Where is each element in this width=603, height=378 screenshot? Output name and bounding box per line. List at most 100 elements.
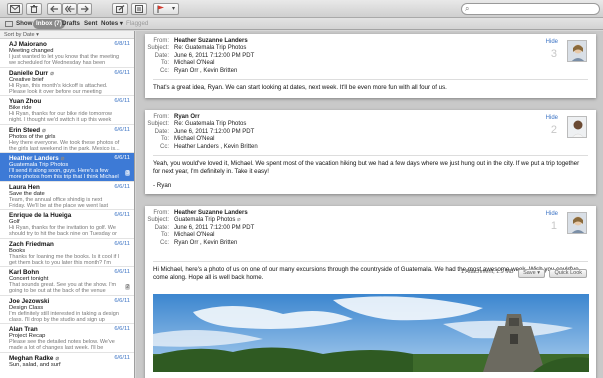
- favorite-drafts[interactable]: Drafts: [62, 19, 80, 29]
- forward-button[interactable]: [77, 3, 92, 15]
- paperclip-icon: ⌀: [42, 127, 46, 134]
- subject-value: Re: Guatemala Trip Photos: [174, 121, 247, 128]
- list-item[interactable]: Karl Bohn 6/6/11 Concert tonight That sound…: [0, 267, 134, 296]
- date-label: Date:: [154, 128, 169, 135]
- list-item[interactable]: Laura Hen 6/6/11 Save the date Team, the an…: [0, 182, 134, 210]
- list-item-preview: I'll send it along soon, guys. Here's a …: [9, 168, 119, 181]
- reply-all-button[interactable]: [62, 3, 77, 15]
- list-item[interactable]: Enrique de la Hueiga 6/6/11 Golf Hi Ryan, t…: [0, 210, 134, 239]
- list-item-preview: I just wanted to let you know that the m…: [9, 54, 120, 67]
- from-label: From:: [153, 114, 169, 120]
- message-card: From: Heather Suzanne Landers Subject: Gua…: [145, 206, 596, 378]
- search-input[interactable]: ⌕: [461, 3, 600, 15]
- cc-value[interactable]: Heather Landers , Kevin Britten: [174, 144, 258, 151]
- list-item[interactable]: AJ Maiorano 6/8/11 Meeting changed I just w…: [0, 39, 134, 68]
- list-item-sender: Karl Bohn: [9, 269, 40, 276]
- to-value[interactable]: Michael O'Neal: [174, 232, 215, 239]
- list-item-sender: Joe Jezowski: [9, 297, 50, 305]
- favorite-notes[interactable]: Notes ▾: [101, 19, 123, 29]
- list-item-preview: Hi Ryan, this month's kickoff is attache…: [9, 82, 108, 95]
- list-item-sender: Danielle Durr ⌀: [9, 69, 54, 77]
- list-item[interactable]: Meghan Radke ⌀ 6/6/11 Sun, salad, and surf: [0, 353, 134, 378]
- hide-button[interactable]: Hide: [546, 115, 558, 121]
- attachment-bar: 1 Attachment, 1.9 MB Save ▾ Quick Look: [461, 269, 587, 278]
- to-label: To:: [160, 60, 169, 67]
- thread-count-badge: 3: [125, 170, 130, 176]
- attached-photo[interactable]: [153, 294, 589, 372]
- cc-value[interactable]: Ryan Orr , Kevin Britten: [174, 68, 237, 75]
- subject-label: Subject:: [147, 217, 169, 224]
- quick-look-button[interactable]: Quick Look: [549, 269, 587, 278]
- cc-label: Cc:: [160, 239, 169, 246]
- list-item[interactable]: Erin Steed ⌀ 6/6/11 Photos of the girls Hey …: [0, 125, 134, 153]
- list-item-sender: Laura Hen: [9, 183, 40, 191]
- sender-name[interactable]: Heather Suzanne Landers: [174, 38, 248, 45]
- cc-value[interactable]: Ryan Orr , Kevin Britten: [174, 240, 237, 247]
- list-item[interactable]: Zach Friedman 6/6/11 Books Thanks for loani…: [0, 239, 134, 267]
- compose-icon: [115, 5, 124, 13]
- list-item-date: 6/6/11: [114, 155, 130, 161]
- list-item[interactable]: Yuan Zhou 6/6/11 Bike ride Hi Ryan, thanks …: [0, 96, 134, 125]
- list-item-preview: Thanks for loaning me the books. Is it c…: [9, 253, 120, 266]
- message-body: That's a great idea, Ryan. We can start …: [153, 84, 447, 92]
- hide-button[interactable]: Hide: [546, 39, 558, 45]
- search-icon: ⌕: [465, 4, 470, 13]
- list-item-preview: Hi Ryan, thanks for our bike ride tomorr…: [9, 111, 113, 124]
- sidebar-toggle-icon[interactable]: [5, 21, 13, 27]
- avatar: [567, 116, 587, 138]
- list-item-sender: Alan Tran: [9, 326, 38, 333]
- favorite-flagged[interactable]: Flagged: [126, 19, 148, 29]
- list-item-date: 6/6/11: [114, 98, 130, 104]
- paperclip-icon: ⌀: [50, 70, 54, 77]
- get-mail-button[interactable]: [7, 3, 23, 15]
- list-item[interactable]: Danielle Durr ⌀ 6/6/11 Creative brief Hi Rya…: [0, 68, 134, 96]
- avatar: [567, 40, 587, 62]
- forward-icon: [81, 5, 89, 13]
- subject-label: Subject:: [147, 45, 169, 52]
- sender-name[interactable]: Ryan Orr: [174, 114, 200, 121]
- date-label: Date:: [154, 224, 169, 231]
- favorite-inbox[interactable]: Inbox (7): [33, 19, 65, 29]
- list-item-sender: Yuan Zhou: [9, 98, 42, 105]
- list-item-date: 6/6/11: [114, 326, 130, 332]
- hide-button[interactable]: Hide: [546, 211, 558, 217]
- favorite-sent[interactable]: Sent: [84, 19, 97, 29]
- list-item-date: 6/6/11: [114, 297, 130, 304]
- list-item-preview: Hi Ryan, thanks for the invitation to go…: [9, 225, 117, 238]
- notes-button[interactable]: [131, 3, 147, 15]
- delete-button[interactable]: [26, 3, 42, 15]
- reply-button[interactable]: [47, 3, 62, 15]
- to-label: To:: [160, 232, 169, 239]
- subject-value: Guatemala Trip Photos ⌀: [174, 217, 241, 224]
- subject-value: Re: Guatemala Trip Photos: [174, 45, 247, 52]
- reply-all-icon: [64, 5, 74, 13]
- to-value[interactable]: Michael O'Neal: [174, 60, 215, 67]
- list-item[interactable]: Joe Jezowski 6/6/11 Design Class I'm defini…: [0, 296, 134, 324]
- list-item-sender: Erin Steed ⌀: [9, 126, 46, 134]
- to-label: To:: [160, 136, 169, 143]
- message-list: Sort by Date ▾ AJ Maiorano 6/8/11 Meeting …: [0, 31, 135, 378]
- sort-menu[interactable]: Sort by Date ▾: [0, 31, 134, 39]
- show-mailboxes-button[interactable]: Show: [16, 19, 33, 29]
- date-value: June 6, 2011 7:12:00 PM PDT: [174, 128, 255, 135]
- to-value[interactable]: Michael O'Neal: [174, 136, 215, 143]
- list-item[interactable]: Alan Tran 6/6/11 Project Recap Please see t…: [0, 324, 134, 353]
- cc-label: Cc:: [160, 143, 169, 150]
- list-item-date: 6/6/11: [114, 183, 130, 190]
- compose-button[interactable]: [112, 3, 128, 15]
- from-label: From:: [153, 38, 169, 44]
- list-item[interactable]: Heather Landers ⌀ 6/6/11 Guatemala Trip Pho…: [0, 153, 134, 182]
- list-item-preview: Hey there everyone. We took these photos…: [9, 139, 120, 152]
- date-value: June 6, 2011 7:12:00 PM PDT: [174, 52, 255, 59]
- sender-name[interactable]: Heather Suzanne Landers: [174, 210, 248, 217]
- message-text: Yeah, you would've loved it, Michael. We…: [153, 160, 580, 176]
- subject-label: Subject:: [147, 121, 169, 128]
- save-attachment-button[interactable]: Save ▾: [518, 269, 545, 278]
- flag-button[interactable]: ▾: [153, 3, 179, 15]
- list-item-preview: I'm definitely still interested in takin…: [9, 310, 119, 323]
- thread-count-badge: 2: [125, 284, 130, 290]
- toolbar: ▾ ⌕: [0, 0, 603, 18]
- message-number: 2: [550, 124, 557, 136]
- date-value: June 6, 2011 7:12:00 PM PDT: [174, 224, 255, 231]
- list-item-date: 6/6/11: [114, 269, 130, 275]
